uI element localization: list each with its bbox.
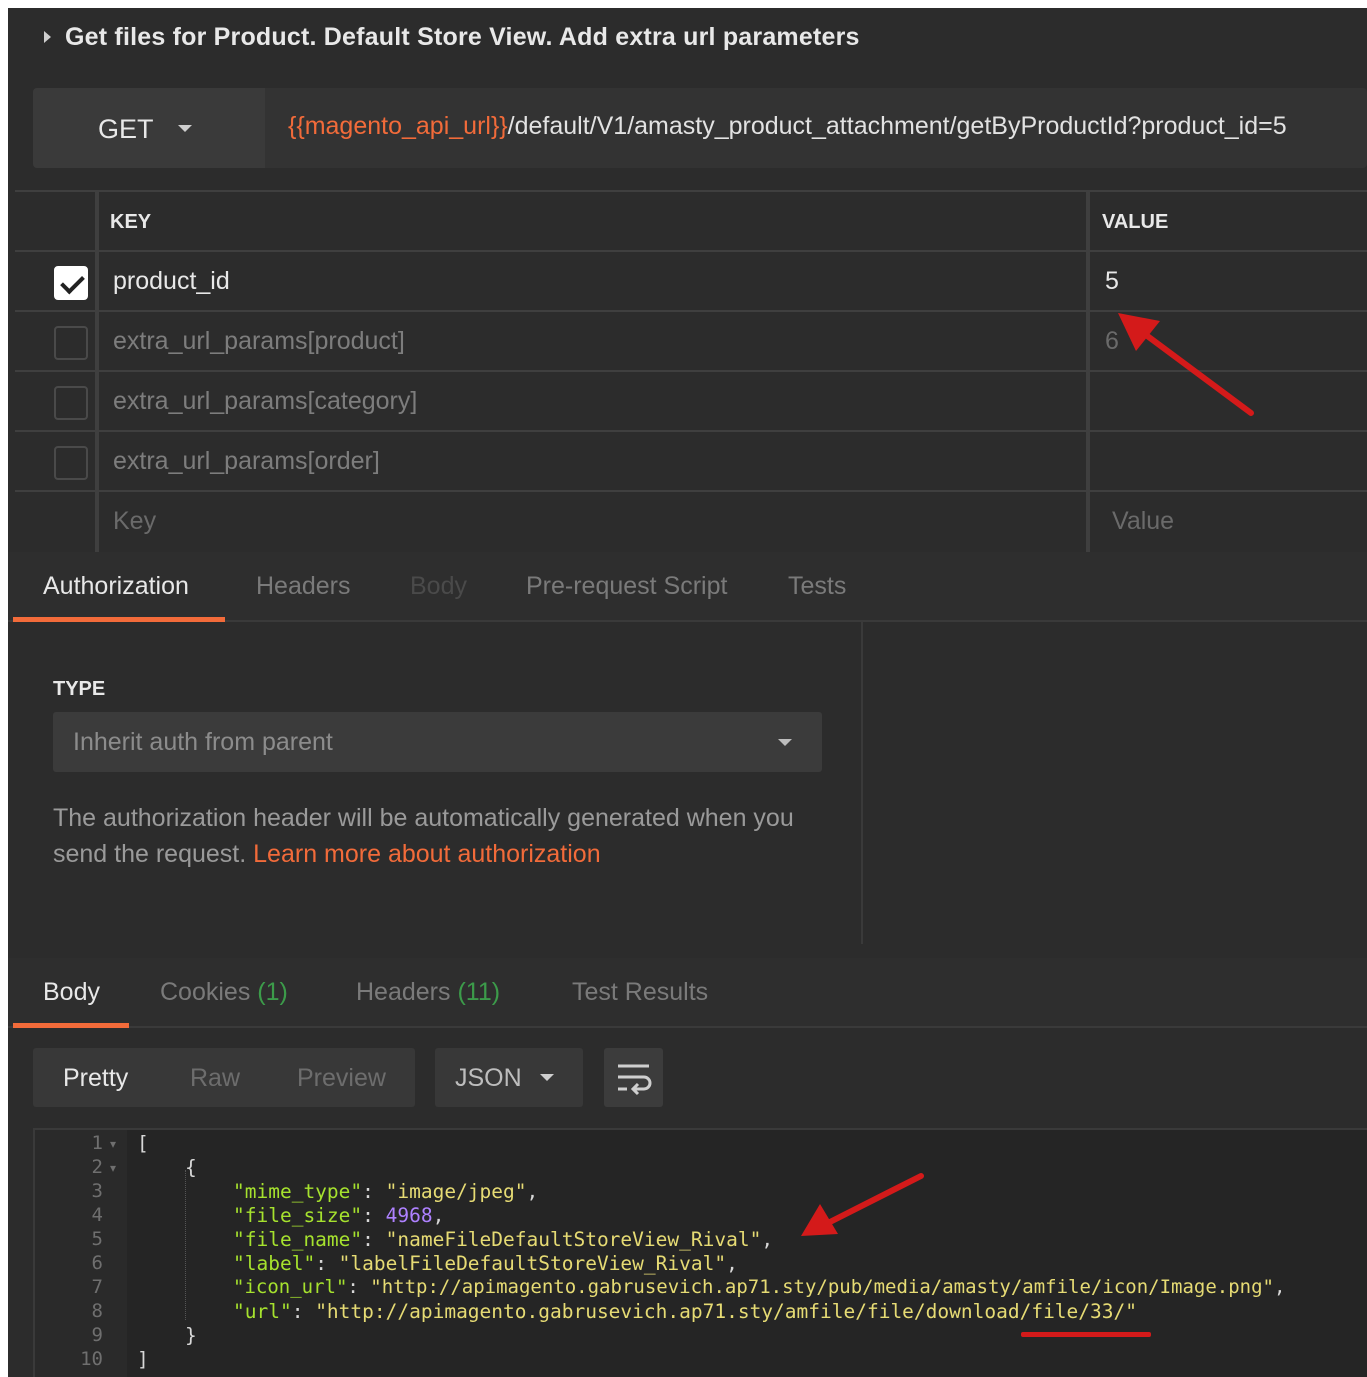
tab-cookies[interactable]: Cookies (1)	[160, 978, 288, 1007]
url-bar: GET {{magento_api_url}}/default/V1/amast…	[33, 88, 1367, 168]
param-checkbox[interactable]	[54, 386, 88, 420]
column-divider	[1086, 192, 1090, 250]
param-key[interactable]: product_id	[113, 267, 230, 296]
line-number: 4	[91, 1204, 103, 1226]
param-row: extra_url_params[order]	[15, 430, 1367, 490]
auth-type-value: Inherit auth from parent	[73, 728, 333, 756]
fold-arrow-icon[interactable]: ▾	[110, 1137, 116, 1151]
method-select[interactable]: GET	[33, 88, 265, 168]
param-new-row: Key Value	[15, 490, 1367, 552]
format-select[interactable]: JSON	[435, 1048, 583, 1107]
param-row: extra_url_params[category]	[15, 370, 1367, 430]
param-row: extra_url_params[product] 6	[15, 310, 1367, 370]
postman-window: Get files for Product. Default Store Vie…	[8, 8, 1367, 1377]
caret-right-icon[interactable]	[44, 31, 51, 43]
code-line: }	[185, 1324, 197, 1347]
indent-guide	[185, 1170, 186, 1320]
line-number: 5	[91, 1228, 103, 1250]
line-number: 1	[91, 1132, 103, 1154]
learn-more-link[interactable]: Learn more about authorization	[253, 840, 600, 868]
tab-tests[interactable]: Tests	[788, 572, 846, 601]
response-tabs: Body Cookies (1) Headers (11) Test Resul…	[8, 958, 1367, 1028]
request-title: Get files for Product. Default Store Vie…	[65, 23, 860, 51]
tab-authorization[interactable]: Authorization	[43, 572, 189, 601]
view-pretty[interactable]: Pretty	[63, 1064, 128, 1093]
params-table: KEY VALUE product_id 5 extra_url_params[…	[15, 190, 1367, 552]
checkbox-column	[15, 192, 99, 250]
tab-body[interactable]: Body	[410, 572, 467, 601]
param-value[interactable]: 6	[1105, 327, 1119, 356]
key-header: KEY	[110, 211, 152, 233]
format-label: JSON	[455, 1064, 522, 1092]
line-number: 3	[91, 1180, 103, 1202]
value-placeholder[interactable]: Value	[1112, 507, 1174, 536]
value-header: VALUE	[1102, 211, 1169, 233]
line-number: 2	[91, 1156, 103, 1178]
tab-response-body[interactable]: Body	[43, 978, 100, 1007]
code-line: ]	[137, 1348, 149, 1371]
code-line: "mime_type": "image/jpeg",	[233, 1180, 539, 1203]
wrap-lines-button[interactable]	[604, 1048, 663, 1107]
line-number: 6	[91, 1252, 103, 1274]
response-body-viewer[interactable]: 1 ▾ 2 ▾ 3 4 5 6 7 8 9 10 [ { "mime_type"…	[33, 1128, 1367, 1377]
request-title-row[interactable]: Get files for Product. Default Store Vie…	[8, 8, 1367, 70]
param-checkbox-checked[interactable]	[54, 266, 88, 300]
tab-pre-request-script[interactable]: Pre-request Script	[526, 572, 727, 601]
param-checkbox[interactable]	[54, 446, 88, 480]
headers-count: (11)	[457, 978, 501, 1006]
chevron-down-icon	[778, 739, 792, 746]
url-input[interactable]: {{magento_api_url}}/default/V1/amasty_pr…	[288, 112, 1287, 141]
fold-arrow-icon[interactable]: ▾	[110, 1161, 116, 1175]
wrap-lines-icon	[618, 1064, 652, 1096]
method-label: GET	[98, 114, 154, 144]
chevron-down-icon	[178, 125, 192, 132]
auth-panel: TYPE Inherit auth from parent The author…	[8, 620, 863, 944]
params-header-row: KEY VALUE	[15, 190, 1367, 250]
code-line: "label": "labelFileDefaultStoreView_Riva…	[233, 1252, 738, 1275]
line-number: 8	[91, 1300, 103, 1322]
url-path: /default/V1/amasty_product_attachment/ge…	[507, 112, 1287, 140]
url-variable: {{magento_api_url}}	[288, 112, 508, 140]
param-key[interactable]: extra_url_params[category]	[113, 387, 417, 416]
chevron-down-icon	[540, 1074, 554, 1081]
request-tabs: Authorization Headers Body Pre-request S…	[8, 552, 1367, 622]
response-toolbar: Pretty Raw Preview JSON	[8, 1028, 1367, 1126]
param-checkbox[interactable]	[54, 326, 88, 360]
line-number: 9	[91, 1324, 103, 1346]
tab-test-results[interactable]: Test Results	[572, 978, 708, 1007]
code-line: [	[137, 1132, 149, 1155]
code-line: "file_name": "nameFileDefaultStoreView_R…	[233, 1228, 774, 1251]
param-row: product_id 5	[15, 250, 1367, 310]
key-placeholder[interactable]: Key	[113, 507, 156, 536]
param-value[interactable]: 5	[1105, 267, 1119, 296]
param-key[interactable]: extra_url_params[order]	[113, 447, 380, 476]
auth-type-label: TYPE	[53, 678, 106, 700]
code-line: "file_size": 4968,	[233, 1204, 445, 1227]
tab-response-headers[interactable]: Headers (11)	[356, 978, 500, 1007]
cookies-count: (1)	[257, 978, 288, 1006]
auth-description: The authorization header will be automat…	[53, 804, 794, 868]
view-mode-group: Pretty Raw Preview	[33, 1048, 415, 1107]
line-number: 10	[80, 1348, 103, 1370]
tab-headers[interactable]: Headers	[256, 572, 351, 601]
auth-type-select[interactable]: Inherit auth from parent	[53, 712, 822, 772]
line-number: 7	[91, 1276, 103, 1298]
line-gutter: 1 ▾ 2 ▾ 3 4 5 6 7 8 9 10	[35, 1130, 127, 1377]
code-line: {	[185, 1156, 197, 1179]
code-line: "icon_url": "http://apimagento.gabrusevi…	[233, 1276, 1286, 1298]
view-preview[interactable]: Preview	[297, 1064, 386, 1093]
param-key[interactable]: extra_url_params[product]	[113, 327, 405, 356]
code-line: "url": "http://apimagento.gabrusevich.ap…	[233, 1300, 1137, 1323]
view-raw[interactable]: Raw	[190, 1064, 240, 1093]
